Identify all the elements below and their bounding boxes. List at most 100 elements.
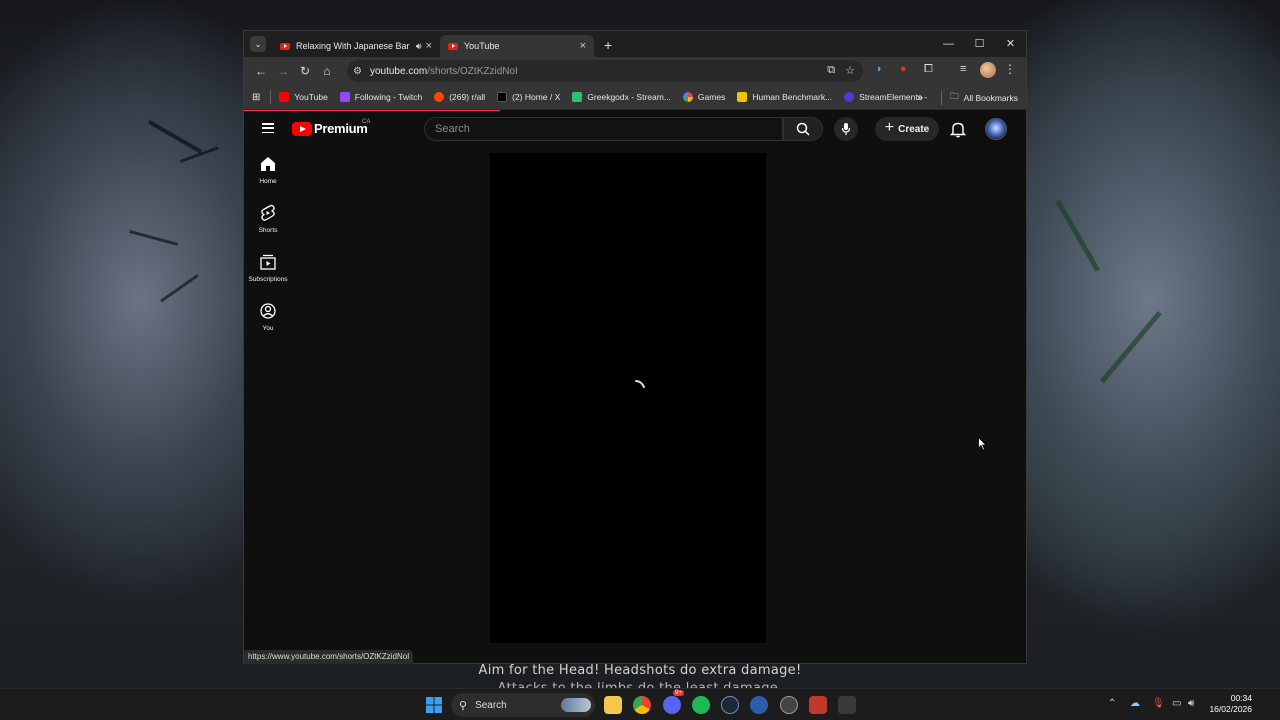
all-bookmarks-button[interactable]: All Bookmarks — [964, 93, 1018, 103]
windows-start-icon[interactable] — [425, 696, 443, 714]
onedrive-icon[interactable]: ☁ — [1130, 698, 1140, 709]
bookmark-twitch[interactable]: Following - Twitch — [339, 92, 422, 102]
chrome-icon[interactable] — [633, 696, 651, 714]
loading-spinner-icon — [635, 380, 645, 388]
logo-text: Premium — [314, 121, 368, 136]
bookmark-streamelements[interactable]: StreamElements - — [844, 92, 927, 102]
bookmark-label: (269) r/all — [449, 92, 486, 102]
taskbar-search[interactable]: ⚲ Search — [451, 693, 595, 717]
mouse-cursor-icon — [978, 437, 987, 451]
streamelements-icon — [844, 92, 855, 102]
site-info-icon[interactable]: ⚙ — [353, 66, 362, 77]
shorts-icon — [261, 204, 275, 221]
tracker-icon — [572, 92, 583, 102]
voice-search-button[interactable] — [834, 117, 858, 141]
you-icon — [260, 303, 276, 319]
maximize-icon[interactable]: ☐ — [964, 31, 995, 57]
url-path: /shorts/OZtKZzidNoI — [427, 65, 518, 77]
create-button[interactable]: + Create — [875, 117, 939, 141]
profile-avatar-icon[interactable] — [980, 62, 996, 78]
media-control-icon[interactable]: ≡ — [960, 63, 966, 75]
guide-label: You — [262, 325, 274, 332]
steam-icon[interactable] — [721, 696, 739, 714]
bookmarks-overflow-button[interactable]: » — [917, 92, 923, 104]
apps-grid-icon[interactable]: ⊞ — [252, 92, 260, 103]
youtube-masthead: Premium CA Search + Create — [244, 111, 1026, 149]
game-icon[interactable] — [809, 696, 827, 714]
search-highlight-icon — [561, 698, 591, 712]
close-window-icon[interactable]: ✕ — [995, 31, 1026, 57]
extensions-puzzle-icon[interactable]: ⧠ — [924, 63, 933, 76]
menu-dots-icon[interactable]: ⋮ — [1004, 62, 1016, 76]
game-tip-line-1: Aim for the Head! Headshots do extra dam… — [478, 663, 802, 678]
bookmark-label: Games — [697, 92, 726, 102]
speaker-icon[interactable]: 🔊︎ — [416, 41, 422, 52]
home-button-icon[interactable]: ⌂ — [316, 64, 338, 78]
tab-japanese-bar[interactable]: Relaxing With Japanese Bar 🔊︎ × — [272, 35, 440, 57]
minimize-icon[interactable]: — — [933, 31, 964, 57]
app-c-icon[interactable] — [750, 696, 768, 714]
new-tab-button[interactable]: + — [604, 37, 612, 53]
home-icon — [261, 157, 275, 171]
spotify-icon[interactable] — [692, 696, 710, 714]
system-clock[interactable]: 00:34 16/02/2026 — [1209, 693, 1252, 715]
youtube-logo-icon — [292, 121, 312, 136]
hamburger-menu-icon[interactable] — [262, 123, 274, 133]
app-misc-icon[interactable] — [838, 696, 856, 714]
address-bar[interactable]: ⚙ youtube.com/shorts/OZtKZzidNoI ⧉ ☆ — [347, 60, 863, 82]
guide-item-you[interactable]: You — [244, 296, 292, 345]
search-input[interactable]: Search — [424, 117, 783, 141]
bookmark-youtube[interactable]: YouTube — [279, 92, 328, 102]
subscriptions-icon — [260, 254, 276, 270]
reload-icon[interactable]: ↻ — [294, 64, 316, 78]
windows-taskbar: ⚲ Search 9+ ⌃ ☁ 🎙︎ ▭ 🔊︎ 00:34 16/02/2026 — [0, 688, 1280, 720]
url-host: youtube.com — [369, 65, 428, 77]
close-tab-icon[interactable]: × — [580, 40, 586, 52]
bookmark-greekgodx[interactable]: Greekgodx - Stream... — [572, 92, 671, 102]
youtube-premium-logo[interactable]: Premium CA — [292, 119, 371, 136]
install-app-icon[interactable]: ⧉ — [827, 64, 835, 77]
folder-icon: 🗀 — [950, 90, 959, 101]
bookmark-label: Human Benchmark... — [752, 92, 833, 102]
account-avatar[interactable] — [985, 118, 1007, 140]
mini-guide: Home Shorts Subscriptions You — [244, 149, 292, 345]
network-icon[interactable]: ▭ — [1172, 698, 1181, 709]
reddit-icon — [434, 92, 445, 102]
discord-icon[interactable]: 9+ — [663, 690, 684, 714]
bookmark-x[interactable]: (2) Home / X — [497, 92, 560, 102]
link-status-bar: https://www.youtube.com/shorts/OZtKZzidN… — [244, 650, 414, 664]
bookmark-star-icon[interactable]: ☆ — [845, 64, 855, 77]
browser-window: ⌄ Relaxing With Japanese Bar 🔊︎ × YouTub… — [243, 30, 1027, 664]
volume-icon[interactable]: 🔊︎ — [1188, 698, 1194, 709]
bookmark-games[interactable]: Games — [682, 92, 726, 102]
guide-item-subscriptions[interactable]: Subscriptions — [244, 247, 292, 296]
search-icon — [796, 122, 810, 136]
youtube-icon — [279, 92, 290, 102]
clock-time: 00:34 — [1230, 693, 1252, 703]
bookmark-label: YouTube — [294, 92, 328, 102]
guide-label: Subscriptions — [248, 276, 288, 283]
chevron-down-icon: ⌄ — [254, 38, 262, 49]
guide-item-shorts[interactable]: Shorts — [244, 198, 292, 247]
notifications-bell-icon[interactable] — [949, 120, 967, 138]
tab-search-button[interactable]: ⌄ — [250, 36, 266, 52]
app-clock-icon[interactable] — [780, 696, 798, 714]
microphone-muted-icon[interactable]: 🎙︎ — [1152, 698, 1165, 709]
bookmark-reddit[interactable]: (269) r/all — [434, 92, 485, 102]
region-badge: CA — [362, 119, 371, 125]
discord-badge: 9+ — [673, 690, 684, 696]
forward-arrow-icon[interactable]: → — [272, 64, 294, 78]
extension-adblock-icon[interactable]: ● — [900, 63, 907, 75]
create-label: Create — [898, 123, 930, 135]
search-button[interactable] — [783, 117, 823, 141]
file-explorer-icon[interactable] — [604, 696, 622, 714]
guide-item-home[interactable]: Home — [244, 149, 292, 198]
close-tab-icon[interactable]: × — [426, 40, 432, 52]
tray-overflow-chevron-icon[interactable]: ⌃ — [1108, 698, 1116, 709]
guide-label: Home — [259, 178, 277, 185]
shorts-player[interactable] — [490, 153, 766, 643]
extension-audio-icon[interactable]: ◗ — [876, 63, 883, 75]
back-arrow-icon[interactable]: ← — [250, 64, 272, 78]
tab-youtube[interactable]: YouTube × — [440, 35, 594, 57]
bookmark-human-benchmark[interactable]: Human Benchmark... — [737, 92, 832, 102]
